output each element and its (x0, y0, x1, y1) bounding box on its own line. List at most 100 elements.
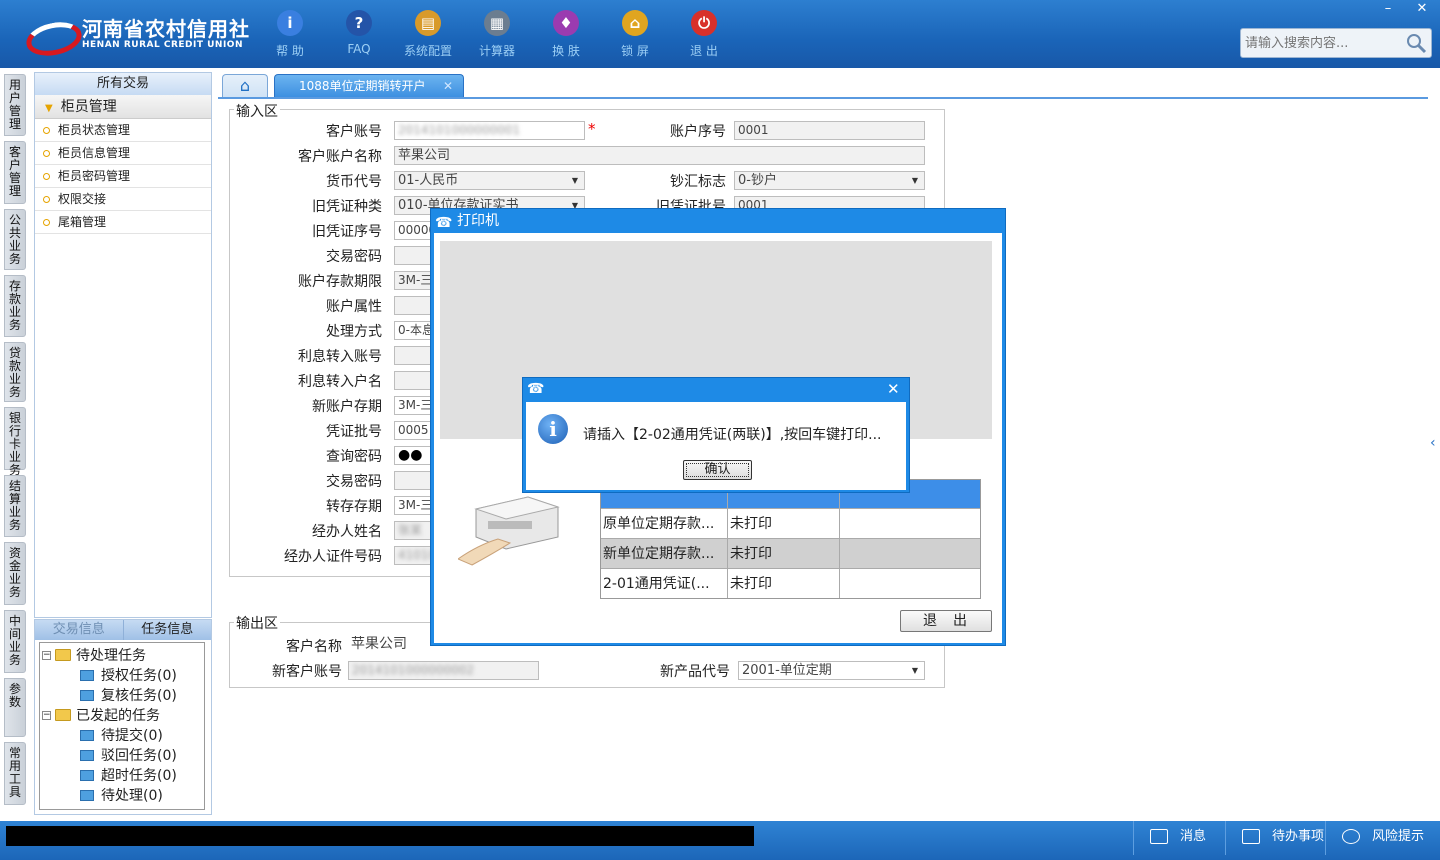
account-attr-field[interactable] (394, 296, 434, 315)
risk-alert-button[interactable]: 风险提示 (1325, 821, 1435, 855)
menu-item[interactable]: 柜员密码管理 (35, 165, 211, 188)
toolbar-button-4[interactable]: ♦ 换 肤 (536, 8, 596, 62)
new-term-field[interactable]: 3M-三 (394, 396, 434, 415)
toolbar-button-2[interactable]: ▤ 系统配置 (398, 8, 458, 62)
menu-item-label: 柜员信息管理 (58, 145, 131, 160)
tree-node[interactable]: 待提交(0) (80, 725, 163, 745)
form-label: 客户账户名称 (298, 149, 382, 165)
nav-tab-2[interactable]: 公共业务 (4, 209, 26, 270)
todo-button[interactable]: 待办事项 (1225, 821, 1325, 855)
new-account-label: 新客户账号 (272, 664, 342, 680)
form-label: 凭证批号 (326, 424, 382, 440)
menu-item[interactable]: 柜员信息管理 (35, 142, 211, 165)
tree-node[interactable]: 超时任务(0) (80, 765, 177, 785)
interest-name-field[interactable] (394, 371, 434, 390)
menu-group-teller[interactable]: ▼ 柜员管理 (35, 95, 211, 119)
tree-node[interactable]: 驳回任务(0) (80, 745, 177, 765)
voucher-batch-field[interactable]: 0005 (394, 421, 434, 440)
cash-flag-select[interactable]: 0-钞户 ▼ (734, 171, 925, 190)
collapse-icon[interactable]: − (42, 650, 51, 660)
rollover-term-field[interactable]: 3M-三 (394, 496, 434, 515)
table-row[interactable]: 2-01通用凭证(... 未打印 (601, 568, 980, 598)
tab-transaction-info[interactable]: 交易信息 (35, 620, 123, 640)
form-label: 处理方式 (326, 324, 382, 340)
messages-button[interactable]: 消息 (1133, 821, 1225, 855)
deposit-term-field[interactable]: 3M-三 (394, 271, 434, 290)
form-label: 账户属性 (326, 299, 382, 315)
process-method-field[interactable]: 0-本息 (394, 321, 434, 340)
form-label: 经办人证件号码 (284, 549, 382, 565)
form-label: 转存存期 (326, 499, 382, 515)
form-label: 利息转入账号 (298, 349, 382, 365)
menu-item[interactable]: 权限交接 (35, 188, 211, 211)
tree-node-label: 待提交(0) (101, 728, 163, 744)
minimize-button[interactable]: – (1372, 0, 1404, 18)
nav-tab-10[interactable]: 常用工具 (4, 742, 26, 805)
currency-select[interactable]: 01-人民币 ▼ (394, 171, 585, 190)
trade-password-2-field[interactable] (394, 471, 434, 490)
cash-flag-label: 钞汇标志 (670, 174, 726, 190)
toolbar-button-3[interactable]: ▦ 计算器 (467, 8, 527, 62)
bullet-icon (43, 195, 50, 203)
bullet-icon (43, 218, 50, 226)
toolbar-button-6[interactable]: ⏻ 退 出 (674, 8, 734, 62)
customer-account-field[interactable]: 2014101000000001 (394, 121, 585, 140)
nav-tab-0[interactable]: 用户管理 (4, 74, 26, 136)
account-name-field[interactable]: 苹果公司 (394, 146, 925, 165)
tree-node-initiated[interactable]: − 已发起的任务 (42, 705, 160, 725)
close-tab-icon[interactable]: ✕ (443, 75, 453, 97)
menu-item[interactable]: 尾箱管理 (35, 211, 211, 234)
collapse-right-icon[interactable]: ‹ (1430, 435, 1436, 451)
tab-transaction[interactable]: 1088单位定期销转开户 ✕ (274, 74, 464, 98)
toolbar-button-label: 换 肤 (552, 44, 580, 58)
table-row[interactable]: 新单位定期存款... 未打印 (601, 538, 980, 568)
toolbar-button-0[interactable]: i 帮 助 (260, 8, 320, 62)
messages-label: 消息 (1180, 829, 1207, 844)
nav-tab-5[interactable]: 银行卡业务 (4, 407, 26, 477)
old-voucher-seq-field[interactable]: 00000 (394, 221, 434, 240)
new-product-select[interactable]: 2001-单位定期 ▼ (738, 661, 925, 680)
printer-illustration-icon (458, 496, 560, 566)
form-label: 账户存款期限 (298, 274, 382, 290)
print-job-table: 原单位定期存款... 未打印 新单位定期存款... 未打印 2-01通用凭证(... 未打… (600, 479, 981, 599)
close-dialog-button[interactable]: ✕ (887, 380, 900, 398)
nav-tab-8[interactable]: 中间业务 (4, 610, 26, 673)
nav-tab-6[interactable]: 结算业务 (4, 475, 26, 537)
account-seq-field[interactable]: 0001 (734, 121, 925, 140)
interest-account-field[interactable] (394, 346, 434, 365)
tree-node[interactable]: 待处理(0) (80, 785, 163, 805)
toolbar-button-label: 系统配置 (403, 44, 452, 58)
search-icon[interactable] (1405, 32, 1427, 54)
nav-tab-9[interactable]: 参数 (4, 678, 26, 737)
nav-tab-3[interactable]: 存款业务 (4, 275, 26, 337)
tree-node-pending[interactable]: − 待处理任务 (42, 645, 146, 665)
confirm-button[interactable]: 确认 (683, 460, 752, 480)
info-icon: i (538, 414, 568, 444)
search-input[interactable] (1245, 35, 1405, 51)
tab-home[interactable]: ⌂ (222, 74, 268, 98)
query-password-field[interactable]: ●● (394, 446, 434, 465)
nav-tab-1[interactable]: 客户管理 (4, 141, 26, 204)
risk-alert-label: 风险提示 (1372, 829, 1425, 844)
tree-node[interactable]: 复核任务(0) (80, 685, 177, 705)
trade-password-field[interactable] (394, 246, 434, 265)
toolbar-button-1[interactable]: ? FAQ (329, 8, 389, 62)
operator-name-field[interactable]: 张某 (394, 521, 434, 540)
close-window-button[interactable]: ✕ (1406, 0, 1438, 18)
form-label: 客户账号 (326, 124, 382, 140)
nav-tab-4[interactable]: 贷款业务 (4, 342, 26, 402)
collapse-icon[interactable]: − (42, 710, 51, 720)
tree-node-label: 复核任务(0) (101, 688, 177, 704)
checkbox-icon (1242, 829, 1260, 844)
exit-button[interactable]: 退出 (900, 610, 992, 632)
app-logo-icon: ☎ (435, 215, 453, 231)
nav-tab-7[interactable]: 资金业务 (4, 542, 26, 605)
operator-id-field[interactable]: 410101 (394, 546, 434, 565)
toolbar-button-label: FAQ (347, 42, 371, 56)
tree-node[interactable]: 授权任务(0) (80, 665, 177, 685)
menu-item[interactable]: 柜员状态管理 (35, 119, 211, 142)
alert-dialog: ☎ ✕ i 请插入【2-02通用凭证(两联)】,按回车键打印... 确认 (522, 377, 910, 493)
toolbar-button-5[interactable]: ⌂ 锁 屏 (605, 8, 665, 62)
logo-mark-icon (24, 19, 76, 49)
table-row[interactable]: 原单位定期存款... 未打印 (601, 508, 980, 538)
